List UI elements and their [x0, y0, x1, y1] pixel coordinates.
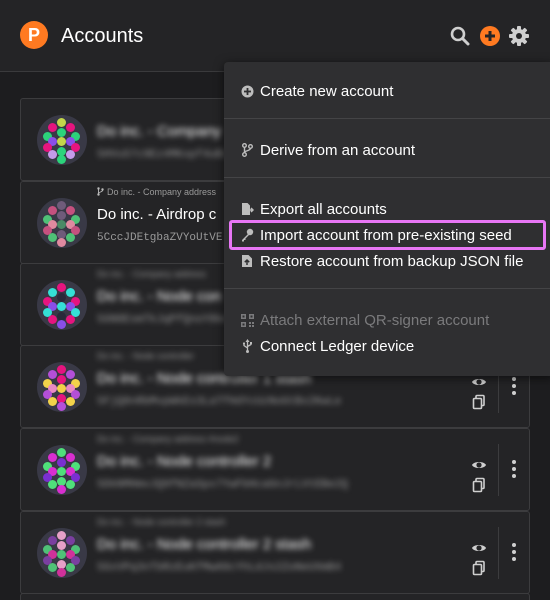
code-branch-icon [240, 143, 254, 157]
account-address[interactable]: 5CccJDEtgbaZVYoUtVE [97, 232, 222, 244]
account-identicon [37, 362, 87, 412]
account-identicon [37, 198, 87, 248]
account-address: 5GxVPq3nTbRzEuKfMwA9cYhLdJs2ZoNeUXmB4 [97, 562, 342, 574]
menu-item-attach-qr: Attach external QR-signer account [240, 309, 489, 331]
polkadot-logo: P [20, 21, 48, 49]
add-circle-icon[interactable] [479, 25, 501, 47]
copy-icon[interactable] [471, 560, 487, 576]
plus-circle-icon [240, 84, 254, 98]
menu-item-label: Attach external QR-signer account [260, 311, 490, 329]
account-card[interactable] [20, 593, 530, 600]
add-account-menu: Create new account Derive from an accoun… [224, 62, 550, 376]
eye-icon[interactable] [471, 374, 487, 390]
eye-icon[interactable] [471, 457, 487, 473]
search-icon[interactable] [449, 25, 471, 47]
copy-icon[interactable] [471, 394, 487, 410]
menu-item-export-accounts[interactable]: Export all accounts [240, 198, 387, 220]
account-parent: Do inc. - Company address [97, 269, 207, 279]
menu-divider [224, 288, 550, 289]
menu-divider [224, 177, 550, 178]
menu-item-label: Derive from an account [260, 141, 416, 159]
menu-item-label: Connect Ledger device [260, 337, 415, 355]
code-branch-icon [97, 187, 104, 196]
account-parent: Do inc. - Node controller 2 stash [97, 517, 226, 527]
menu-item-restore-json[interactable]: Restore account from backup JSON file [240, 250, 523, 272]
logo-letter: P [27, 25, 40, 45]
card-divider [498, 444, 499, 496]
account-name: Do inc. - Company [97, 123, 222, 140]
menu-item-label: Export all accounts [260, 200, 387, 218]
page-title: Accounts [61, 25, 144, 47]
account-identicon [37, 115, 87, 165]
account-identicon [37, 445, 87, 495]
account-identicon [37, 280, 87, 330]
menu-divider [224, 118, 550, 119]
account-identicon [37, 528, 87, 578]
card-divider [498, 527, 499, 579]
qrcode-icon [240, 313, 254, 327]
usb-icon [240, 339, 254, 353]
account-name: Do inc. - Node controller 2 stash [97, 536, 312, 553]
menu-item-label: Create new account [260, 82, 394, 100]
account-address: 5FjQ8nRbMvpWkEs3LaTfHdYcUzNoGtBx2KwLe [97, 396, 342, 408]
menu-item-create-account[interactable]: Create new account [240, 80, 393, 102]
menu-item-connect-ledger[interactable]: Connect Ledger device [240, 335, 414, 357]
account-parent: Do inc. - Company address #node2 [97, 434, 239, 444]
copy-icon[interactable] [471, 477, 487, 493]
menu-item-derive-account[interactable]: Derive from an account [240, 139, 415, 161]
highlight-outline [229, 220, 546, 250]
account-name: Do inc. - Airdrop c [97, 206, 217, 223]
account-name: Do inc. - Node controller 2 [97, 453, 272, 470]
file-upload-icon [240, 254, 254, 268]
account-parent: Do inc. - Node controller [97, 351, 195, 361]
parent-label: Do inc. - Company address [107, 187, 217, 197]
account-menu-icon[interactable] [507, 536, 521, 568]
account-card[interactable]: Do inc. - Node controller 2 stash Do inc… [20, 511, 530, 594]
account-address: 5DkNMHmvJQ9fNZaSpx7YwFbHcaGnJrLVtEBe2Q [97, 479, 348, 491]
menu-item-label: Restore account from backup JSON file [260, 252, 524, 270]
gear-icon[interactable] [508, 25, 530, 47]
eye-icon[interactable] [471, 540, 487, 556]
account-parent: Do inc. - Company address [97, 187, 216, 197]
account-menu-icon[interactable] [507, 453, 521, 485]
account-card[interactable]: Do inc. - Company address #node2 Do inc.… [20, 428, 530, 511]
file-export-icon [240, 202, 254, 216]
account-name: Do inc. - Node con [97, 288, 222, 305]
